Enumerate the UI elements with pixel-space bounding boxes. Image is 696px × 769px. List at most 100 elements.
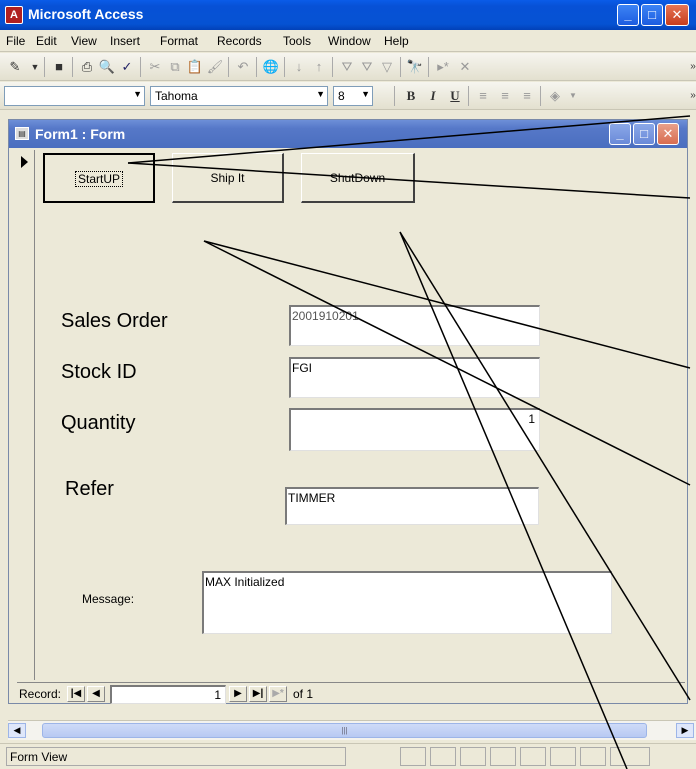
menu-help[interactable]: Help xyxy=(384,34,409,48)
next-record-icon[interactable]: ▶ xyxy=(229,686,247,702)
scroll-left-icon[interactable]: ◀ xyxy=(8,723,26,738)
previous-record-icon[interactable]: ◀ xyxy=(87,686,105,702)
menu-records[interactable]: Records xyxy=(217,34,262,48)
current-record-pointer-icon xyxy=(21,156,28,168)
message-label: Message: xyxy=(82,592,135,606)
print-icon[interactable]: ⎙ xyxy=(78,58,96,76)
access-app-icon[interactable]: A xyxy=(5,6,23,24)
align-center-icon[interactable]: ≡ xyxy=(496,87,514,105)
maximize-button[interactable]: □ xyxy=(641,4,663,26)
quantity-label: Quantity xyxy=(61,412,136,434)
status-indicator xyxy=(400,747,426,766)
filter-by-form-icon[interactable]: ⛛ xyxy=(358,58,376,76)
undo-icon[interactable]: ↶ xyxy=(234,58,252,76)
menubar: File Edit View Insert Format Records Too… xyxy=(0,30,696,52)
record-number-field[interactable]: 1 xyxy=(110,685,226,704)
font-size-value: 8 xyxy=(338,89,345,103)
first-record-icon[interactable]: |◀ xyxy=(67,686,85,702)
record-selector[interactable] xyxy=(17,150,35,680)
align-right-icon[interactable]: ≡ xyxy=(518,87,536,105)
status-indicator xyxy=(550,747,576,766)
menu-format[interactable]: Format xyxy=(160,34,198,48)
stock-id-field[interactable]: FGI xyxy=(289,357,540,398)
statusbar: Form View xyxy=(0,743,696,769)
menu-window[interactable]: Window xyxy=(328,34,371,48)
record-navigation-bar: Record: |◀ ◀ 1 ▶ ▶| ▶* of 1 xyxy=(17,682,685,704)
filter-by-selection-icon[interactable]: ⛛ xyxy=(338,58,356,76)
app-titlebar: A Microsoft Access _ □ ✕ xyxy=(0,0,696,30)
view-dropdown-icon[interactable]: ▼ xyxy=(26,58,44,76)
font-name-value: Tahoma xyxy=(155,89,198,103)
refer-field[interactable]: TIMMER xyxy=(285,487,539,525)
form-detail-section: StartUP Ship It ShutDown Sales Order 200… xyxy=(36,150,686,680)
copy-icon[interactable]: ⧉ xyxy=(166,58,184,76)
spelling-icon[interactable]: ✓ xyxy=(118,58,136,76)
app-title: Microsoft Access xyxy=(28,6,144,22)
object-combo[interactable]: ▼ xyxy=(4,86,145,106)
paste-icon[interactable]: 📋 xyxy=(186,58,204,76)
sales-order-label: Sales Order xyxy=(61,310,168,332)
scroll-right-icon[interactable]: ▶ xyxy=(676,723,694,738)
bold-button[interactable]: B xyxy=(402,87,420,105)
message-field[interactable]: MAX Initialized xyxy=(202,571,612,634)
find-icon[interactable]: 🔭 xyxy=(406,58,424,76)
form-minimize-button[interactable]: _ xyxy=(609,123,631,145)
record-label: Record: xyxy=(19,687,62,701)
shutdown-button-label: ShutDown xyxy=(329,171,386,185)
menu-tools[interactable]: Tools xyxy=(283,34,311,48)
sort-descending-icon[interactable]: ↑ xyxy=(310,58,328,76)
format-painter-icon[interactable]: 🖌 xyxy=(206,58,224,76)
status-indicator xyxy=(610,747,650,766)
ship-it-button[interactable]: Ship It xyxy=(172,153,284,203)
cut-icon[interactable]: ✂ xyxy=(146,58,164,76)
sales-order-field[interactable]: 2001910201 xyxy=(289,305,540,346)
fill-color-icon[interactable]: ◈ xyxy=(546,87,564,105)
menu-edit[interactable]: Edit xyxy=(36,34,57,48)
last-record-icon[interactable]: ▶| xyxy=(249,686,267,702)
form-icon[interactable]: ▤ xyxy=(15,127,29,140)
minimize-button[interactable]: _ xyxy=(617,4,639,26)
startup-button-label: StartUP xyxy=(74,171,123,187)
new-record-nav-icon[interactable]: ▶* xyxy=(269,686,287,702)
italic-button[interactable]: I xyxy=(424,87,442,105)
save-icon[interactable]: ■ xyxy=(50,58,68,76)
scroll-thumb[interactable]: ||| xyxy=(42,723,647,738)
underline-button[interactable]: U xyxy=(446,87,464,105)
status-indicator xyxy=(580,747,606,766)
print-preview-icon[interactable]: 🔍 xyxy=(98,58,116,76)
close-button[interactable]: ✕ xyxy=(665,4,689,26)
menu-insert[interactable]: Insert xyxy=(110,34,140,48)
status-indicator xyxy=(460,747,486,766)
ship-it-button-label: Ship It xyxy=(210,171,245,185)
form-close-button[interactable]: ✕ xyxy=(657,123,679,145)
apply-filter-icon[interactable]: ▽ xyxy=(378,58,396,76)
quantity-field[interactable]: 1 xyxy=(289,408,540,451)
formatting-toolbar: ▼ Tahoma ▼ 8 ▼ B I U ≡ ≡ ≡ ◈ ▼ » xyxy=(0,82,696,110)
record-count: of 1 xyxy=(293,687,314,701)
form-maximize-button[interactable]: □ xyxy=(633,123,655,145)
font-size-combo[interactable]: 8 ▼ xyxy=(333,86,373,106)
design-view-icon[interactable]: ✎ xyxy=(6,58,24,76)
stock-id-label: Stock ID xyxy=(61,361,137,383)
font-name-combo[interactable]: Tahoma ▼ xyxy=(150,86,328,106)
status-indicator xyxy=(430,747,456,766)
status-indicator xyxy=(490,747,516,766)
startup-button[interactable]: StartUP xyxy=(43,153,155,203)
menu-file[interactable]: File xyxy=(6,34,25,48)
status-indicator xyxy=(520,747,546,766)
form-window: ▤ Form1 : Form _ □ ✕ StartUP Ship It Shu… xyxy=(8,119,688,704)
refer-label: Refer xyxy=(65,478,114,500)
new-record-icon[interactable]: ▸* xyxy=(434,58,452,76)
toolbar-options-icon-2[interactable]: » xyxy=(684,87,696,105)
menu-view[interactable]: View xyxy=(71,34,97,48)
fill-color-dropdown-icon[interactable]: ▼ xyxy=(564,87,582,105)
toolbar-options-icon[interactable]: » xyxy=(684,58,696,76)
horizontal-scrollbar[interactable]: ◀ ||| ▶ xyxy=(8,720,696,740)
sort-ascending-icon[interactable]: ↓ xyxy=(290,58,308,76)
align-left-icon[interactable]: ≡ xyxy=(474,87,492,105)
delete-record-icon[interactable]: ✕ xyxy=(456,58,474,76)
insert-hyperlink-icon[interactable]: 🌐 xyxy=(262,58,280,76)
shutdown-button[interactable]: ShutDown xyxy=(301,153,415,203)
standard-toolbar: ✎ ▼ ■ ⎙ 🔍 ✓ ✂ ⧉ 📋 🖌 ↶ 🌐 ↓ ↑ ⛛ ⛛ ▽ 🔭 ▸* ✕… xyxy=(0,53,696,81)
form-titlebar: ▤ Form1 : Form _ □ ✕ xyxy=(9,120,687,148)
